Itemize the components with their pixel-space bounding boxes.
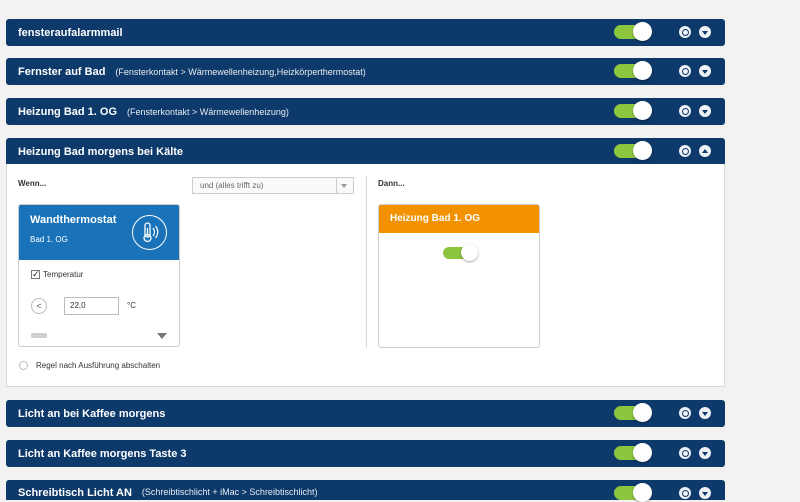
gear-icon[interactable] [679,145,691,157]
chevron-down-icon[interactable] [157,333,167,339]
operator-button[interactable]: < [31,298,47,314]
card-status-bar [31,333,47,338]
rule-bar-licht-an-kaffee[interactable]: Licht an bei Kaffee morgens [6,400,725,427]
rule-bar-licht-kaffee-taste3[interactable]: Licht an Kaffee morgens Taste 3 [6,440,725,467]
chevron-down-icon[interactable] [699,487,711,499]
rule-toggle[interactable] [614,403,652,422]
gear-icon[interactable] [679,105,691,117]
action-card-title: Heizung Bad 1. OG [390,213,481,224]
rule-toggle[interactable] [614,483,652,502]
chevron-down-icon[interactable] [699,447,711,459]
chevron-up-icon[interactable] [699,145,711,157]
condition-card-title: Wandthermostat [30,214,117,226]
rule-name: Licht an bei Kaffee morgens [18,407,166,420]
gear-icon[interactable] [679,26,691,38]
rule-detail-panel: Wenn... und (alles trifft zu) Dann... Wa… [6,164,725,387]
rule-name: Heizung Bad 1. OG [18,105,118,118]
toggle-knob [633,141,652,160]
logic-select-value: und (alles trifft zu) [200,181,264,190]
chevron-down-icon[interactable] [699,105,711,117]
chevron-down-icon [336,178,353,193]
rule-toggle[interactable] [614,22,652,41]
disable-after-checkbox[interactable] [19,361,28,370]
toggle-knob [633,61,652,80]
toggle-knob [633,483,652,502]
rule-name: Licht an Kaffee morgens Taste 3 [18,447,187,460]
action-card: Heizung Bad 1. OG [378,204,540,348]
temperature-label: Temperatur [43,270,84,279]
chevron-down-icon[interactable] [699,26,711,38]
thermostat-icon [132,215,167,250]
chevron-down-icon[interactable] [699,407,711,419]
gear-icon[interactable] [679,447,691,459]
top-cutoff-strip [0,0,800,6]
gear-icon[interactable] [679,65,691,77]
toggle-knob [461,244,478,261]
rule-desc: (Fensterkontakt > Wärmewellenheizung,Hei… [115,66,366,77]
rule-desc: (Fensterkontakt > Wärmewellenheizung) [127,106,289,117]
rule-bar-fensteraufalarmmail[interactable]: fensteraufalarmmail [6,19,725,46]
rule-toggle[interactable] [614,101,652,120]
rule-name: Schreibtisch Licht AN [18,487,132,499]
rule-bar-heizung-bad-morgens[interactable]: Heizung Bad morgens bei Kälte [6,138,725,165]
condition-card: Wandthermostat Bad 1. OG ✓ Temperatur < … [18,204,180,347]
divider [366,176,367,348]
condition-card-subtitle: Bad 1. OG [30,235,68,244]
rule-desc: (Schreibtischlicht + iMac > Schreibtisch… [141,487,318,497]
gear-icon[interactable] [679,407,691,419]
rule-name: Heizung Bad morgens bei Kälte [18,145,184,158]
condition-card-header: Wandthermostat Bad 1. OG [19,205,179,260]
temperature-unit: °C [127,301,136,310]
toggle-knob [633,22,652,41]
action-toggle[interactable] [443,244,478,261]
rule-bar-schreibtisch-licht[interactable]: Schreibtisch Licht AN (Schreibtischlicht… [6,480,725,502]
action-card-header: Heizung Bad 1. OG [379,205,539,233]
wenn-label: Wenn... [18,179,47,188]
rule-toggle[interactable] [614,61,652,80]
toggle-knob [633,101,652,120]
temperature-value-input[interactable]: 22,0 [64,297,119,315]
rule-toggle[interactable] [614,141,652,160]
dann-label: Dann... [378,179,405,188]
toggle-knob [633,443,652,462]
chevron-down-icon[interactable] [699,65,711,77]
gear-icon[interactable] [679,487,691,499]
temperature-checkbox[interactable]: ✓ [31,270,40,279]
rule-bar-heizung-bad-1og[interactable]: Heizung Bad 1. OG (Fensterkontakt > Wärm… [6,98,725,125]
rule-name: fensteraufalarmmail [18,26,123,39]
rule-toggle[interactable] [614,443,652,462]
rule-bar-fernster-auf-bad[interactable]: Fernster auf Bad (Fensterkontakt > Wärme… [6,58,725,85]
toggle-knob [633,403,652,422]
disable-after-label: Regel nach Ausführung abschalten [36,361,161,370]
logic-select[interactable]: und (alles trifft zu) [192,177,354,194]
rule-name: Fernster auf Bad [18,65,106,78]
